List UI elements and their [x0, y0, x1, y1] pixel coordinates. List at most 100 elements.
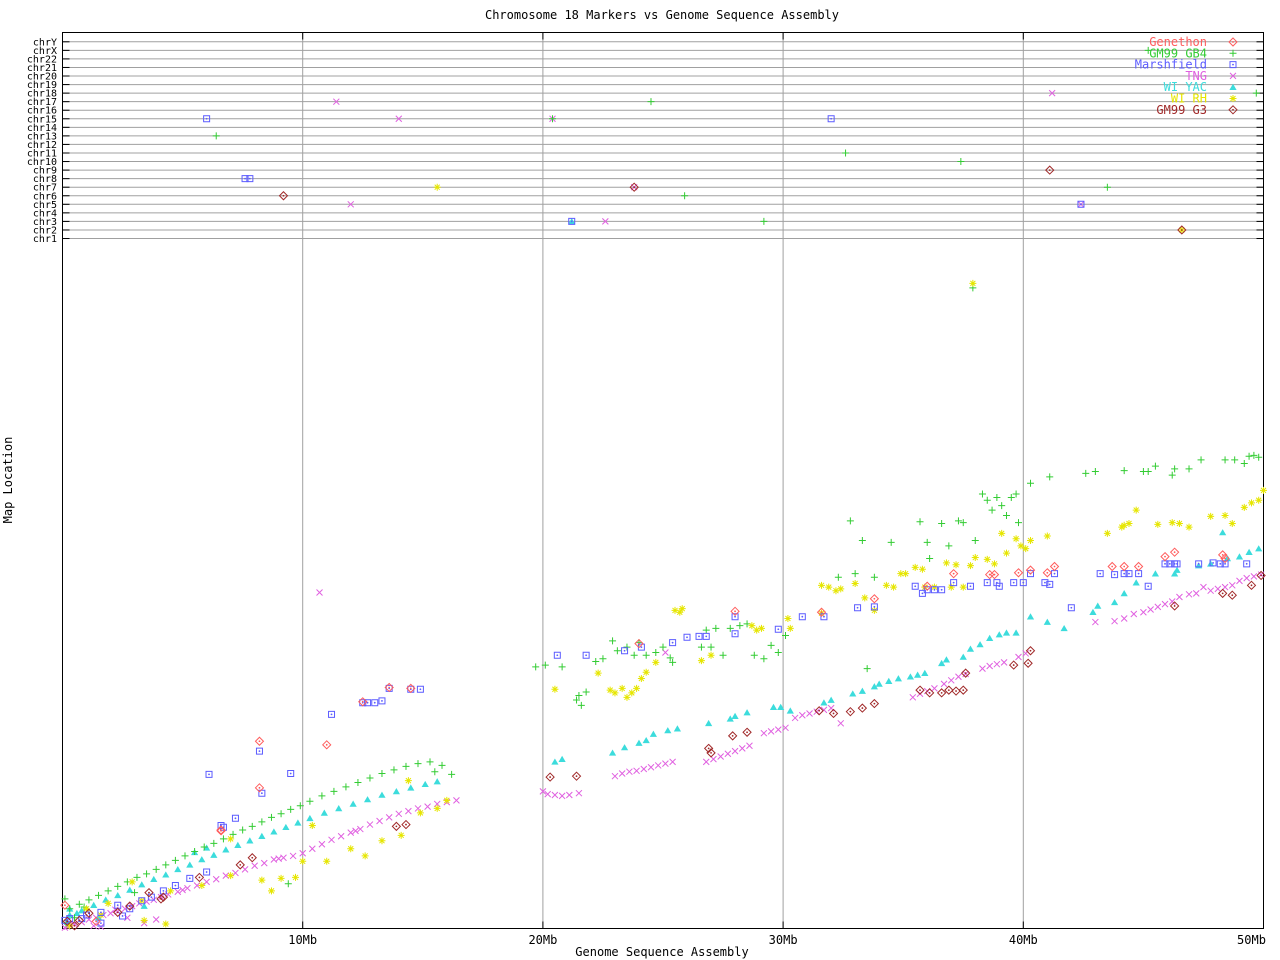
marker-point: [959, 519, 967, 527]
marker-point: [993, 494, 1001, 502]
marker-point: [152, 865, 160, 873]
marker-point-dot: [1128, 572, 1130, 575]
marker-point: [1132, 506, 1140, 514]
x-axis-title: Genome Sequence Assembly: [575, 945, 748, 959]
marker-point-dot: [1232, 108, 1234, 111]
marker-point: [724, 750, 732, 758]
marker-point-dot: [100, 911, 102, 914]
marker-point: [1250, 573, 1258, 580]
marker-point-dot: [121, 915, 124, 917]
marker-point: [986, 662, 994, 670]
marker-point-dot: [395, 825, 398, 828]
marker-point: [959, 583, 967, 591]
marker-point: [966, 645, 975, 652]
marker-point: [267, 813, 275, 821]
marker-point-dot: [734, 615, 736, 618]
marker-point: [232, 869, 239, 877]
marker-point-dot: [258, 740, 261, 743]
marker-point: [1229, 95, 1237, 102]
marker-point: [198, 881, 206, 889]
marker-point: [633, 684, 641, 692]
marker-point: [203, 878, 210, 886]
marker-point: [662, 760, 669, 767]
marker-point-dot: [1113, 573, 1116, 576]
marker-point: [1082, 469, 1090, 477]
marker-point-dot: [1027, 662, 1030, 665]
marker-point: [931, 685, 938, 692]
marker-point: [1207, 587, 1215, 595]
marker-point: [426, 758, 434, 766]
marker-point: [558, 663, 566, 671]
marker-point-dot: [258, 750, 261, 752]
marker-point: [846, 517, 854, 525]
marker-point-dot: [856, 606, 859, 609]
marker-point: [909, 693, 917, 701]
marker-point: [433, 804, 441, 812]
marker-point-dot: [818, 709, 821, 712]
marker-point: [1043, 618, 1051, 625]
marker-point: [1255, 496, 1263, 504]
marker-point: [736, 622, 744, 630]
marker-point-dot: [710, 751, 712, 754]
marker-point-dot: [705, 635, 708, 638]
marker-point-dot: [849, 710, 852, 713]
marker-point: [1089, 608, 1097, 616]
marker-point-dot: [95, 920, 98, 923]
marker-point: [558, 755, 566, 762]
marker-point: [1154, 603, 1162, 611]
marker-point-dot: [205, 871, 208, 873]
marker-point: [287, 805, 295, 813]
marker-point: [609, 637, 617, 645]
marker-point: [955, 673, 962, 681]
marker-point-dot: [64, 904, 66, 907]
marker-point-dot: [993, 573, 996, 576]
marker-point: [1132, 579, 1140, 586]
marker-point: [104, 887, 112, 895]
marker-point: [378, 769, 386, 777]
marker-point-dot: [1176, 562, 1178, 565]
marker-point: [623, 643, 631, 651]
marker-point: [575, 789, 583, 797]
marker-point: [707, 651, 715, 659]
marker-point: [923, 538, 931, 546]
marker-point: [786, 624, 794, 632]
marker-point: [174, 865, 182, 873]
series-tng: [61, 89, 1265, 931]
marker-point-dot: [282, 194, 285, 197]
marker-point-dot: [1111, 565, 1114, 568]
marker-point-dot: [820, 611, 823, 614]
marker-point: [647, 763, 655, 771]
marker-point: [885, 677, 893, 685]
marker-point: [558, 792, 566, 800]
marker-point: [421, 780, 429, 788]
marker-point-dot: [928, 691, 931, 694]
marker-point: [902, 570, 910, 578]
marker-point: [248, 822, 256, 830]
marker-point: [678, 605, 686, 613]
marker-point: [1111, 617, 1118, 625]
marker-point-dot: [419, 688, 422, 691]
marker-point: [837, 585, 845, 593]
marker-point: [851, 580, 859, 588]
marker-point: [983, 496, 991, 504]
marker-point-dot: [1221, 592, 1224, 595]
marker-point-dot: [933, 588, 936, 591]
marker-point: [837, 719, 845, 727]
marker-point: [1091, 468, 1099, 476]
marker-point-dot: [731, 734, 734, 737]
marker-point: [128, 878, 136, 886]
marker-point-dot: [1029, 649, 1032, 652]
marker-point: [774, 726, 782, 733]
marker-point: [385, 814, 393, 821]
marker-point-dot: [116, 911, 119, 914]
marker-point: [280, 854, 287, 862]
marker-point-dot: [952, 572, 955, 575]
marker-point: [863, 665, 871, 673]
marker-point: [349, 800, 357, 807]
marker-point: [998, 502, 1006, 510]
marker-point-dot: [623, 649, 626, 652]
marker-point: [798, 711, 806, 719]
marker-point: [1144, 468, 1152, 476]
x-tick-label: 10Mb: [288, 933, 317, 947]
marker-point: [599, 655, 607, 663]
